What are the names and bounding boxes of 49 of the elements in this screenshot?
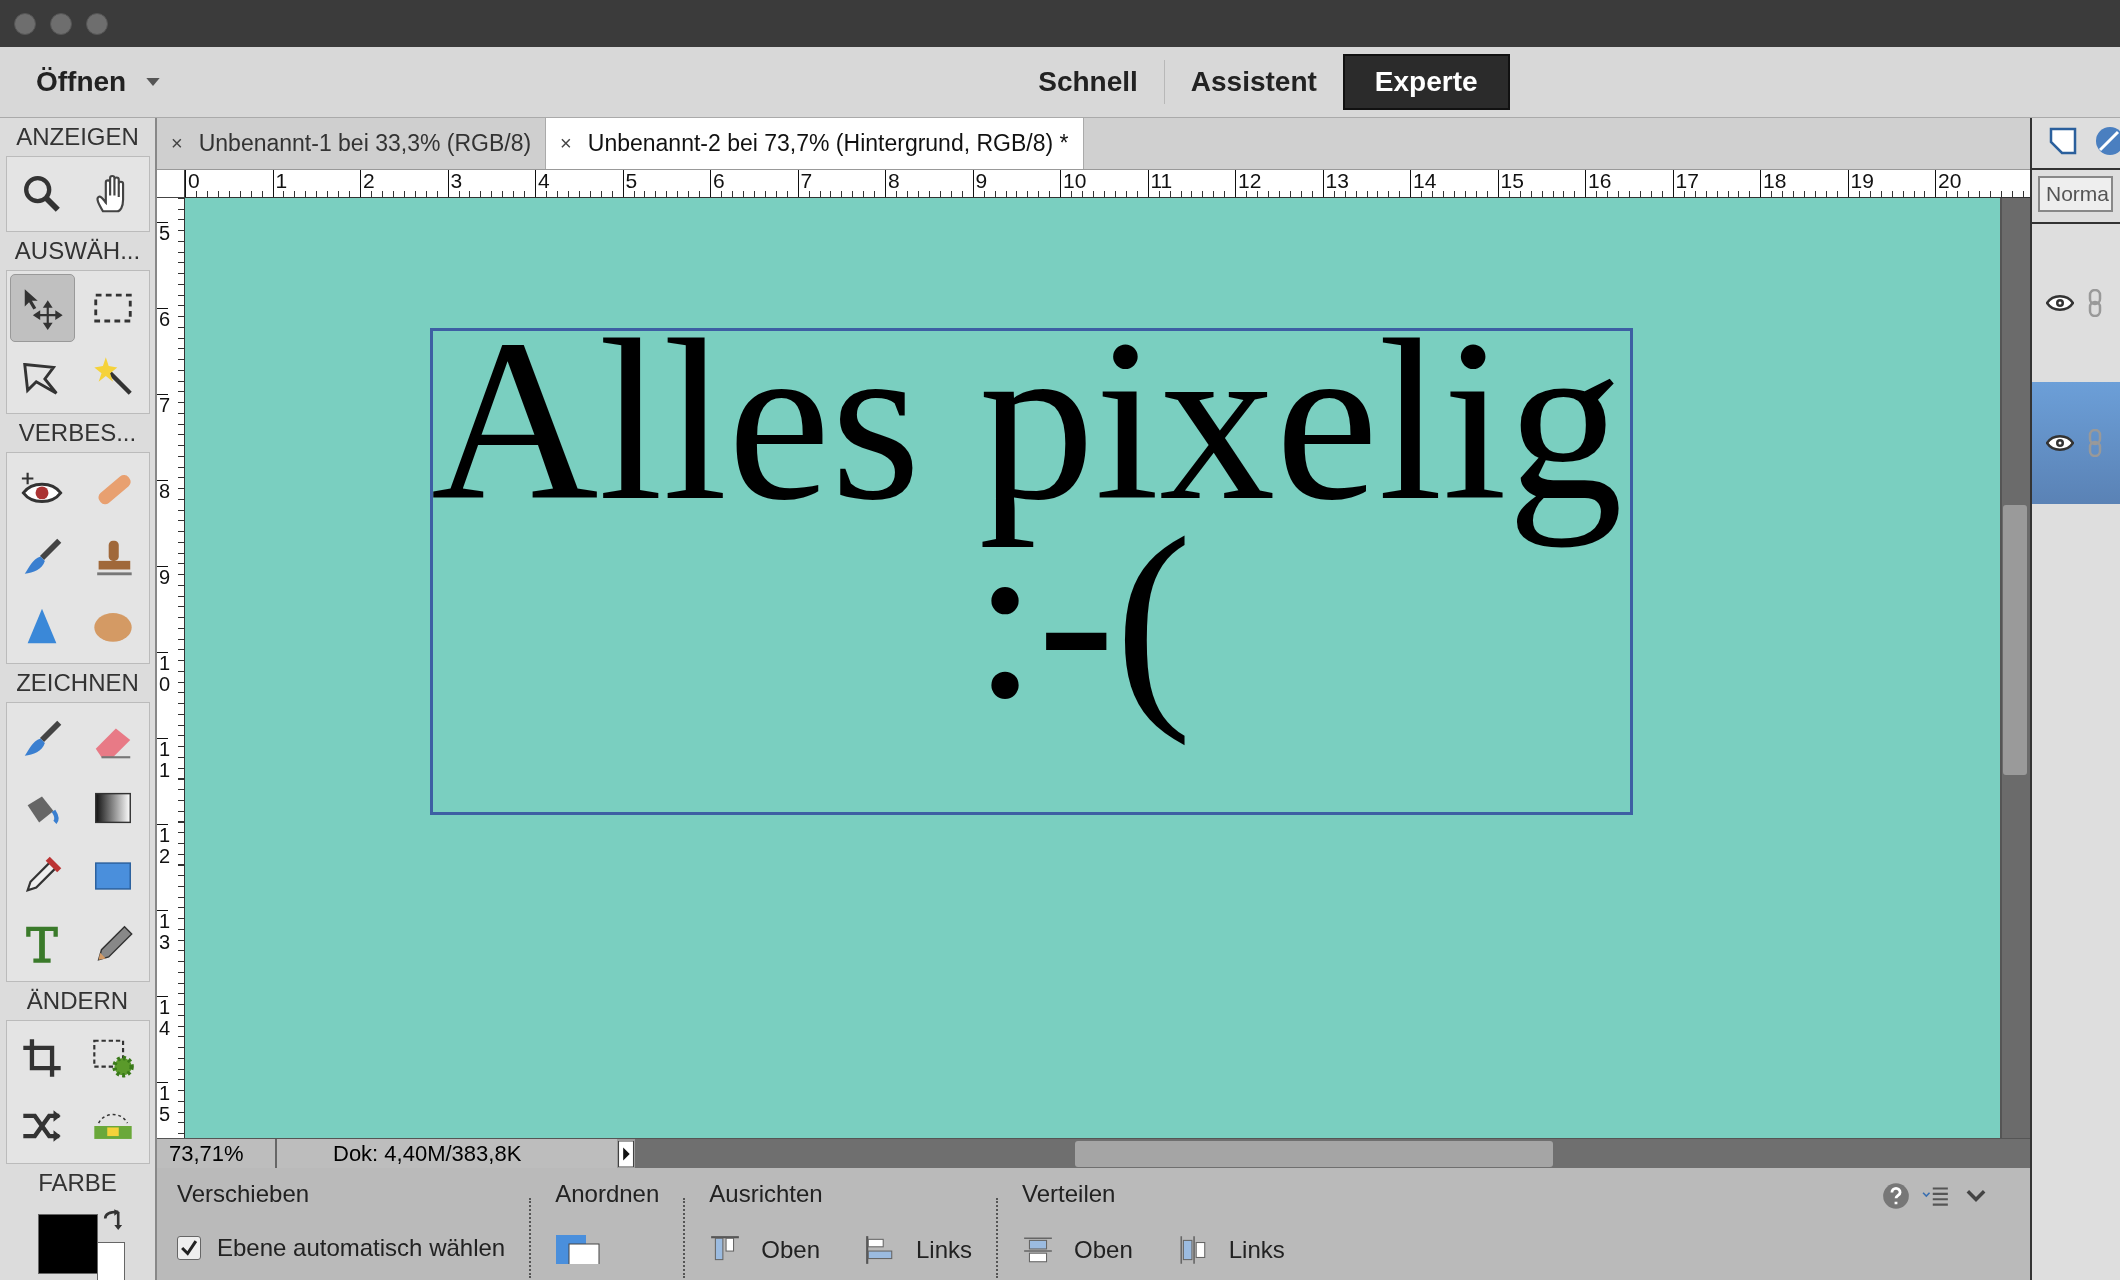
option-title: Verteilen bbox=[1022, 1180, 1117, 1208]
checkbox-label: Ebene automatisch wählen bbox=[217, 1234, 506, 1262]
open-menu-button[interactable]: Öffnen bbox=[30, 60, 167, 104]
blend-mode-dropdown[interactable]: Norma bbox=[2038, 176, 2113, 212]
tool-group-label: ÄNDERN bbox=[26, 986, 129, 1016]
ruler-label: 14 bbox=[157, 996, 169, 1082]
align-top-button[interactable]: Oben bbox=[709, 1234, 820, 1266]
ruler-label: 12 bbox=[157, 824, 169, 910]
eye-icon[interactable] bbox=[2046, 434, 2074, 452]
mode-tab[interactable]: Schnell bbox=[1026, 56, 1150, 108]
close-tab-button[interactable]: × bbox=[171, 132, 183, 155]
play-icon[interactable] bbox=[617, 1140, 635, 1167]
mode-tab[interactable]: Experte bbox=[1342, 54, 1510, 110]
ruler-label: 13 bbox=[157, 910, 169, 996]
document-size: Dok: 4,40M/383,8K bbox=[277, 1139, 617, 1168]
option-title: Anordnen bbox=[555, 1180, 660, 1208]
new-layer-icon[interactable] bbox=[2048, 126, 2078, 156]
checkbox[interactable] bbox=[177, 1236, 201, 1260]
vertical-scrollbar[interactable] bbox=[2000, 198, 2030, 1138]
zoom-level: 73,71% bbox=[157, 1139, 277, 1168]
arrange-icon[interactable] bbox=[555, 1234, 602, 1264]
ruler-label: 9 bbox=[157, 566, 169, 652]
mode-tab[interactable]: Assistent bbox=[1178, 56, 1329, 108]
help-icon[interactable] bbox=[1882, 1182, 1910, 1210]
tool-group-label: ZEICHNEN bbox=[16, 668, 139, 698]
ruler-label: 11 bbox=[157, 738, 169, 824]
ruler-label: 8 bbox=[157, 480, 169, 566]
option-title: Verschieben bbox=[177, 1180, 311, 1208]
caret-icon bbox=[146, 78, 161, 86]
tool-group-label: VERBES... bbox=[18, 418, 137, 448]
ruler-label: 10 bbox=[157, 652, 169, 738]
close-tab-button[interactable]: × bbox=[560, 132, 572, 155]
distribute-top-button[interactable]: Oben bbox=[1022, 1234, 1133, 1266]
distribute-left-button[interactable]: Links bbox=[1176, 1234, 1285, 1266]
ruler-label: 6 bbox=[157, 308, 169, 394]
document-tab[interactable]: × Unbenannt-2 bei 73,7% (Hintergrund, RGB/8) * bbox=[546, 118, 1084, 169]
option-title: Ausrichten bbox=[709, 1180, 824, 1208]
foreground-color-swatch[interactable] bbox=[37, 1214, 98, 1274]
ruler-label: 7 bbox=[157, 394, 169, 480]
tool-group-label: ANZEIGEN bbox=[16, 122, 139, 152]
align-left-button[interactable]: Links bbox=[864, 1234, 973, 1266]
eye-icon[interactable] bbox=[2046, 294, 2074, 312]
move-tool-button[interactable] bbox=[9, 274, 75, 342]
horizontal-scrollbar[interactable] bbox=[635, 1139, 2030, 1168]
tab-title: Unbenannt-1 bei 33,3% (RGB/8) bbox=[198, 130, 532, 157]
tool-group-label: AUSWÄH... bbox=[14, 236, 141, 266]
ruler-label: 5 bbox=[157, 222, 169, 308]
tab-title: Unbenannt-2 bei 73,7% (Hintergrund, RGB/8) * bbox=[587, 130, 1069, 157]
tool-group-label: FARBE bbox=[38, 1168, 117, 1198]
